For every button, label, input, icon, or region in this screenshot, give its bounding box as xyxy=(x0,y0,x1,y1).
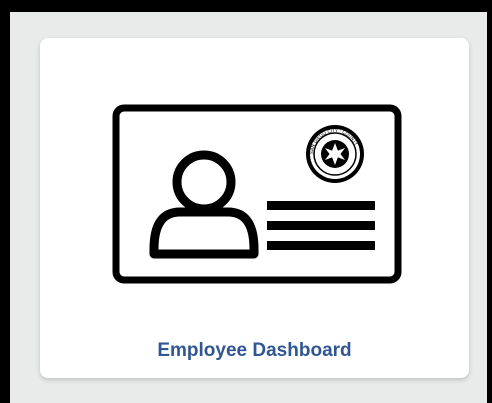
id-badge-icon: SAN DIEGO CITY · COUNTY xyxy=(112,104,402,284)
frame-top-border xyxy=(0,0,492,12)
frame-right-border xyxy=(487,0,492,403)
seal-icon: SAN DIEGO CITY · COUNTY xyxy=(306,125,364,183)
tile-label: Employee Dashboard xyxy=(157,340,352,361)
app-frame: SAN DIEGO CITY · COUNTY Employee Dashboa… xyxy=(0,0,492,403)
employee-dashboard-tile[interactable]: SAN DIEGO CITY · COUNTY Employee Dashboa… xyxy=(40,38,469,378)
frame-left-border xyxy=(0,0,10,403)
